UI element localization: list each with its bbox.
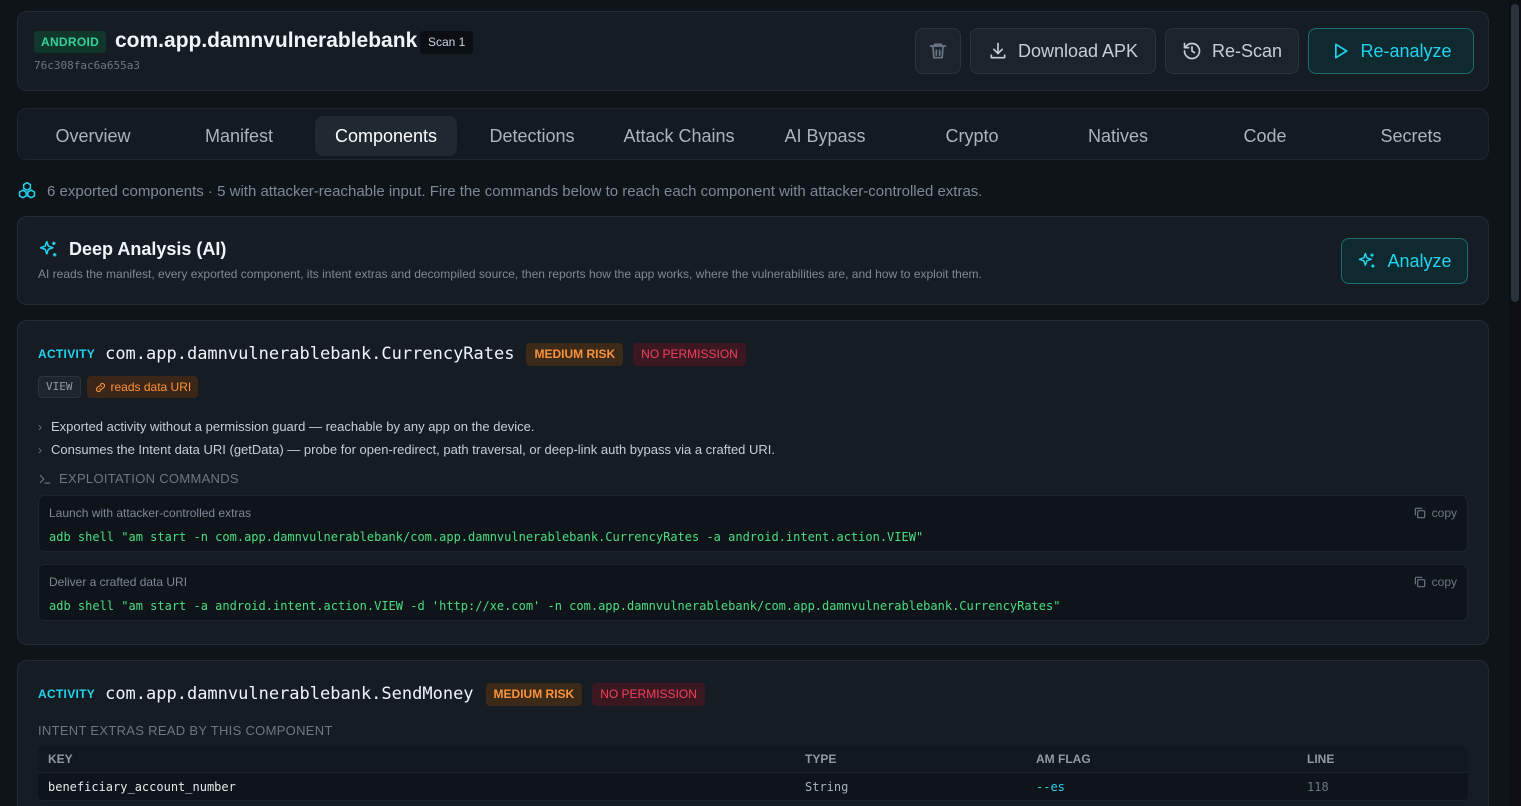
trash-icon [929,43,947,59]
tab-overview[interactable]: Overview [22,116,164,156]
copy-button[interactable]: copy [1413,506,1457,520]
deep-analysis-card: Deep Analysis (AI) AI reads the manifest… [17,216,1489,305]
exploitation-header-text: EXPLOITATION COMMANDS [59,471,239,486]
extra-type: String [805,780,849,794]
tab-code[interactable]: Code [1194,116,1336,156]
intent-extras-header: INTENT EXTRAS READ BY THIS COMPONENT [38,723,333,738]
intent-extras-table: KEY TYPE AM FLAG LINE beneficiary_accoun… [38,745,1468,801]
extra-line: 118 [1307,780,1329,794]
summary-text: 6 exported components · 5 with attacker-… [47,182,983,200]
tab-components[interactable]: Components [315,116,457,156]
command-block: Deliver a crafted data URI adb shell "am… [38,564,1468,621]
terminal-icon [39,474,51,484]
analyze-button[interactable]: Analyze [1341,238,1468,284]
chevron-right-icon: › [38,419,42,434]
apk-hash: 76c308fac6a655a3 [34,59,140,72]
copy-button[interactable]: copy [1413,575,1457,589]
components-summary: 6 exported components · 5 with attacker-… [17,180,982,202]
deep-analysis-title: Deep Analysis (AI) [38,239,226,260]
download-apk-button[interactable]: Download APK [970,28,1156,74]
reanalyze-button[interactable]: Re-analyze [1308,28,1474,74]
finding-item: › Consumes the Intent data URI (getData)… [38,438,775,461]
tab-manifest[interactable]: Manifest [168,116,310,156]
tab-attack-chains[interactable]: Attack Chains [608,116,750,156]
component-kind: ACTIVITY [38,687,96,701]
finding-text: Consumes the Intent data URI (getData) —… [51,442,776,457]
copy-label: copy [1431,575,1457,589]
scrollbar-thumb[interactable] [1511,4,1519,302]
data-uri-tag-label: reads data URI [110,380,192,394]
column-header-key: KEY [48,752,73,766]
component-tags: VIEW reads data URI [38,376,199,398]
rescan-label: Re-Scan [1211,40,1283,61]
tab-crypto[interactable]: Crypto [901,116,1043,156]
component-header: ACTIVITY com.app.damnvulnerablebank.Send… [38,682,705,706]
permission-badge: NO PERMISSION [592,682,705,706]
data-uri-tag: reads data URI [86,376,199,398]
column-header-type: TYPE [805,752,837,766]
tab-bar: Overview Manifest Components Detections … [17,108,1489,160]
app-header: ANDROID com.app.damnvulnerablebank Scan … [17,11,1489,91]
delete-button[interactable] [915,28,961,74]
tab-detections[interactable]: Detections [461,116,603,156]
component-card: ACTIVITY com.app.damnvulnerablebank.Send… [17,660,1489,806]
exploitation-header: EXPLOITATION COMMANDS [38,471,239,486]
tab-secrets[interactable]: Secrets [1340,116,1482,156]
component-header: ACTIVITY com.app.damnvulnerablebank.Curr… [38,342,746,366]
tab-natives[interactable]: Natives [1047,116,1189,156]
download-icon [990,42,1006,59]
table-header-row: KEY TYPE AM FLAG LINE [38,745,1468,773]
component-card: ACTIVITY com.app.damnvulnerablebank.Curr… [17,320,1489,645]
table-row: beneficiary_account_number String --es 1… [38,773,1468,801]
chevron-right-icon: › [38,442,42,457]
copy-icon [1414,576,1425,588]
history-icon [1183,42,1201,60]
scan-chip[interactable]: Scan 1 [420,31,474,54]
link-icon [95,382,105,392]
tab-ai-bypass[interactable]: AI Bypass [754,116,896,156]
command-label: Deliver a crafted data URI [49,575,188,589]
platform-badge: ANDROID [34,31,107,53]
findings-list: › Exported activity without a permission… [38,415,775,461]
download-apk-label: Download APK [1017,40,1139,61]
play-icon [1335,43,1348,59]
component-name: com.app.damnvulnerablebank.SendMoney [105,684,474,704]
permission-badge: NO PERMISSION [633,342,746,366]
extra-key: beneficiary_account_number [48,780,236,794]
column-header-am-flag: AM FLAG [1036,752,1091,766]
risk-badge: MEDIUM RISK [526,342,624,366]
command-text[interactable]: adb shell "am start -a android.intent.ac… [49,599,1060,613]
deep-analysis-title-text: Deep Analysis (AI) [69,239,227,259]
sparkles-icon [1359,252,1375,268]
finding-text: Exported activity without a permission g… [51,419,535,434]
component-name: com.app.damnvulnerablebank.CurrencyRates [105,344,515,364]
reanalyze-label: Re-analyze [1360,40,1452,61]
component-kind: ACTIVITY [38,347,96,361]
command-text[interactable]: adb shell "am start -n com.app.damnvulne… [49,530,923,544]
risk-badge: MEDIUM RISK [485,682,583,706]
components-icon [18,181,36,199]
package-title: com.app.damnvulnerablebank [115,29,418,52]
copy-label: copy [1431,506,1457,520]
deep-analysis-description: AI reads the manifest, every exported co… [38,267,982,281]
command-label: Launch with attacker-controlled extras [49,506,252,520]
action-tag: VIEW [38,376,81,398]
copy-icon [1414,507,1425,519]
command-block: Launch with attacker-controlled extras a… [38,495,1468,552]
column-header-line: LINE [1307,752,1335,766]
finding-item: › Exported activity without a permission… [38,415,775,438]
rescan-button[interactable]: Re-Scan [1165,28,1299,74]
sparkles-icon [39,240,57,257]
extra-am-flag: --es [1036,780,1065,794]
analyze-label: Analyze [1387,250,1452,271]
